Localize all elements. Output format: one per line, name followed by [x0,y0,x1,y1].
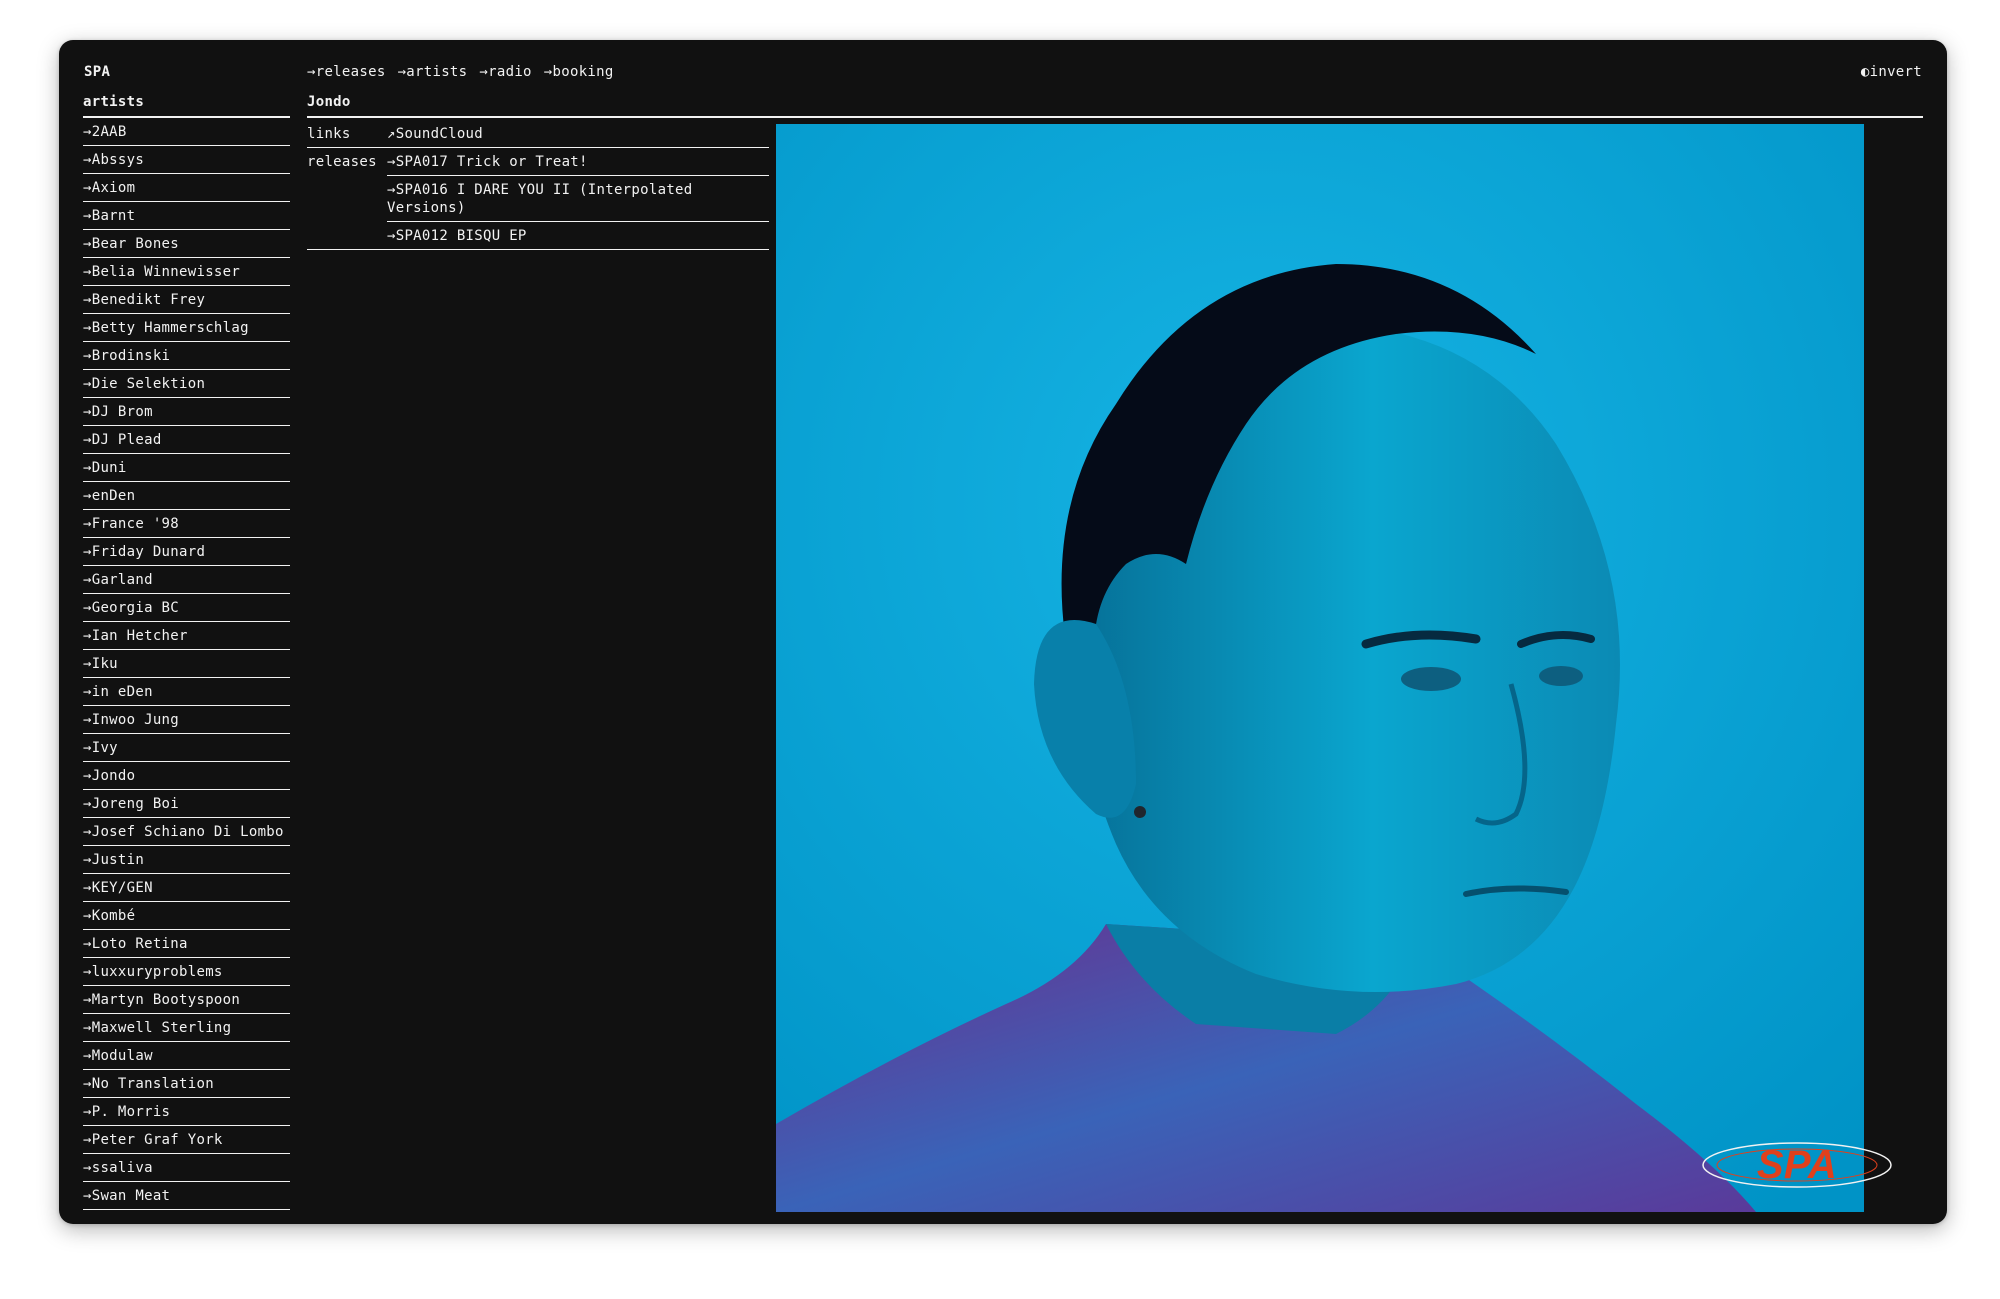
sidebar-item-jondo[interactable]: →Jondo [83,762,290,790]
invert-toggle[interactable]: ◐invert [1861,64,1922,80]
sidebar-item-iku[interactable]: →Iku [83,650,290,678]
sidebar-item-garland[interactable]: →Garland [83,566,290,594]
spa-logo-text: SPA [1757,1143,1837,1187]
sidebar-item-ivy[interactable]: →Ivy [83,734,290,762]
sidebar-item-2aab[interactable]: →2AAB [83,118,290,146]
sidebar-item-abssys[interactable]: →Abssys [83,146,290,174]
sidebar-item-no-translation[interactable]: →No Translation [83,1070,290,1098]
sidebar-item-modulaw[interactable]: →Modulaw [83,1042,290,1070]
sidebar-item-in-eden[interactable]: →in eDen [83,678,290,706]
sidebar-heading: artists [83,92,290,118]
releases-values: →SPA017 Trick or Treat! →SPA016 I DARE Y… [387,148,769,249]
sidebar-item-enden[interactable]: →enDen [83,482,290,510]
sidebar-item-france-98[interactable]: →France '98 [83,510,290,538]
brand-logo-text[interactable]: SPA [84,64,110,80]
sidebar-item-martyn-bootyspoon[interactable]: →Martyn Bootyspoon [83,986,290,1014]
artist-info-table: links ↗SoundCloud releases →SPA017 Trick… [307,120,769,250]
release-spa012[interactable]: →SPA012 BISQU EP [387,222,769,249]
sidebar-item-joreng-boi[interactable]: →Joreng Boi [83,790,290,818]
sidebar-item-georgia-bc[interactable]: →Georgia BC [83,594,290,622]
sidebar-item-kombe[interactable]: →Kombé [83,902,290,930]
top-nav: →releases →artists →radio →booking [307,64,614,80]
sidebar-item-ian-hetcher[interactable]: →Ian Hetcher [83,622,290,650]
nav-booking[interactable]: →booking [544,64,614,80]
sidebar-item-brodinski[interactable]: →Brodinski [83,342,290,370]
sidebar-item-swan-meat[interactable]: →Swan Meat [83,1182,290,1210]
releases-label: releases [307,154,377,170]
spa-logo-badge[interactable]: SPA [1697,1130,1897,1200]
sidebar-item-justin[interactable]: →Justin [83,846,290,874]
sidebar-item-duni[interactable]: →Duni [83,454,290,482]
artist-photo [776,124,1864,1212]
sidebar-item-dj-plead[interactable]: →DJ Plead [83,426,290,454]
nav-releases[interactable]: →releases [307,64,386,80]
links-values: ↗SoundCloud [387,120,769,147]
sidebar-item-loto-retina[interactable]: →Loto Retina [83,930,290,958]
sidebar-item-die-selektion[interactable]: →Die Selektion [83,370,290,398]
releases-row: releases →SPA017 Trick or Treat! →SPA016… [307,148,769,250]
sidebar-item-maxwell-sterling[interactable]: →Maxwell Sterling [83,1014,290,1042]
nav-artists[interactable]: →artists [398,64,468,80]
artist-portrait-image [776,124,1864,1212]
sidebar-item-inwoo-jung[interactable]: →Inwoo Jung [83,706,290,734]
link-soundcloud[interactable]: ↗SoundCloud [387,120,769,147]
sidebar-item-ssaliva[interactable]: →ssaliva [83,1154,290,1182]
spa-logo-icon: SPA [1702,1142,1892,1188]
sidebar-item-bear-bones[interactable]: →Bear Bones [83,230,290,258]
sidebar-item-dj-brom[interactable]: →DJ Brom [83,398,290,426]
sidebar-item-betty-hammerschlag[interactable]: →Betty Hammerschlag [83,314,290,342]
sidebar-item-peter-graf-york[interactable]: →Peter Graf York [83,1126,290,1154]
release-spa016[interactable]: →SPA016 I DARE YOU II (Interpolated Vers… [387,176,769,222]
sidebar-item-barnt[interactable]: →Barnt [83,202,290,230]
links-row: links ↗SoundCloud [307,120,769,148]
sidebar-item-josef-schiano-di-lombo[interactable]: →Josef Schiano Di Lombo [83,818,290,846]
sidebar-item-p-morris[interactable]: →P. Morris [83,1098,290,1126]
sidebar-item-belia-winnewisser[interactable]: →Belia Winnewisser [83,258,290,286]
artist-title: Jondo [307,92,1923,118]
app-window: SPA →releases →artists →radio →booking ◐… [59,40,1947,1224]
nav-radio[interactable]: →radio [479,64,531,80]
artist-sidebar: artists →2AAB →Abssys →Axiom →Barnt →Bea… [83,92,290,1210]
sidebar-item-key-gen[interactable]: →KEY/GEN [83,874,290,902]
sidebar-item-friday-dunard[interactable]: →Friday Dunard [83,538,290,566]
sidebar-item-axiom[interactable]: →Axiom [83,174,290,202]
sidebar-item-benedikt-frey[interactable]: →Benedikt Frey [83,286,290,314]
links-label: links [307,126,351,142]
sidebar-item-luxxuryproblems[interactable]: →luxxuryproblems [83,958,290,986]
release-spa017[interactable]: →SPA017 Trick or Treat! [387,148,769,176]
